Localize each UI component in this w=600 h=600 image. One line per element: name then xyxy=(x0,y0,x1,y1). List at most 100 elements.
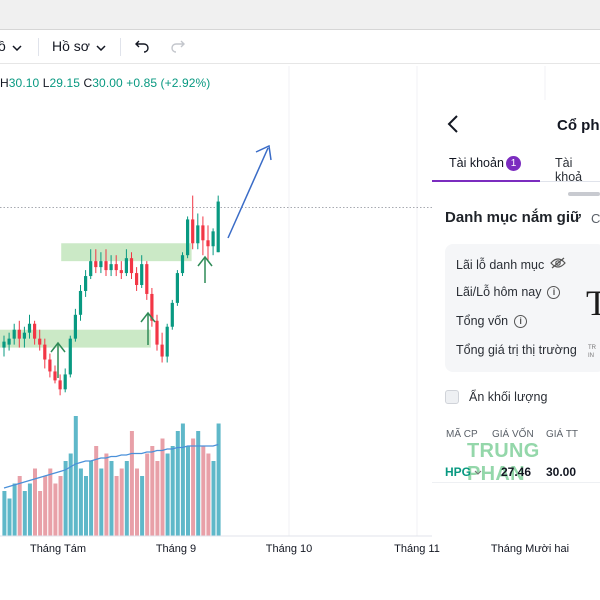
candle-body xyxy=(94,261,98,268)
volume-bar xyxy=(48,468,53,536)
volume-bar xyxy=(73,416,78,536)
pnl-portfolio-label: Lãi lỗ danh mục xyxy=(456,257,545,272)
candle-body xyxy=(119,270,123,274)
volume-bar xyxy=(186,446,190,536)
candle-body xyxy=(89,261,93,277)
eye-off-icon[interactable] xyxy=(550,257,567,272)
holding-price: 30.00 xyxy=(546,465,577,479)
scroll-indicator xyxy=(568,192,600,196)
candle-body xyxy=(2,341,6,348)
toolbar-divider xyxy=(38,38,39,56)
candle-body xyxy=(201,225,205,241)
hide-volume-toggle[interactable]: Ẩn khối lượng xyxy=(445,390,547,404)
chart-window: ồ Hồ sơ H30.10 L29.15 C30.00 +0.85 (+2.9… xyxy=(0,0,600,600)
x-tick-label: Tháng Mười hai xyxy=(490,543,570,555)
volume-bar xyxy=(216,423,221,536)
holding-symbol[interactable]: HPG xyxy=(445,465,482,479)
tab-account-label: Tài khoản xyxy=(449,156,504,170)
volume-bar xyxy=(43,476,48,536)
arrow-up-icon xyxy=(197,255,213,283)
x-tick-label: Tháng 11 xyxy=(394,543,440,555)
candle-body xyxy=(73,314,77,339)
info-icon[interactable]: i xyxy=(547,285,561,299)
volume-bar xyxy=(124,461,129,536)
volume-bar xyxy=(145,453,150,536)
volume-bar xyxy=(104,453,109,536)
checkbox[interactable] xyxy=(445,390,459,404)
volume-bar xyxy=(12,483,17,536)
tab-account[interactable]: Tài khoản 1 xyxy=(432,148,540,182)
section-title: Danh mục nắm giữ xyxy=(445,209,581,226)
tab-account-2[interactable]: Tài khoả xyxy=(540,148,600,184)
volume-bar xyxy=(201,446,206,536)
volume-bar xyxy=(58,476,63,536)
candle-body xyxy=(140,264,144,285)
candle-body xyxy=(63,374,67,390)
candle-body xyxy=(186,219,190,256)
candle-body xyxy=(129,258,134,274)
volume-bar xyxy=(175,431,180,536)
row-divider xyxy=(432,482,600,483)
total-capital-row: Tổng vốn i xyxy=(456,314,528,328)
volume-bar xyxy=(2,491,7,536)
back-button[interactable] xyxy=(446,114,460,139)
candles xyxy=(2,195,220,396)
side-logo-caption: TR IN xyxy=(588,345,596,359)
candle-body xyxy=(211,231,215,247)
candle-body xyxy=(191,219,195,244)
volume-bar xyxy=(63,461,68,536)
volume-bar xyxy=(129,431,134,536)
tab-account-2-label: Tài khoả xyxy=(555,156,583,184)
section-title-cut: C xyxy=(591,211,600,226)
redo-icon xyxy=(170,37,186,56)
holding-cost: 27.46 xyxy=(501,465,532,479)
candle-body xyxy=(33,323,37,339)
candle-body xyxy=(12,329,16,339)
redo-button[interactable] xyxy=(170,37,186,56)
profile-menu[interactable]: Hồ sơ xyxy=(52,38,106,54)
volume-bar xyxy=(196,431,201,536)
candle-body xyxy=(43,344,47,360)
chevron-left-icon xyxy=(447,115,458,133)
volume-bar xyxy=(155,461,160,536)
volume-bar xyxy=(160,438,165,536)
info-icon[interactable]: i xyxy=(514,314,528,328)
volume-bar xyxy=(89,461,94,536)
market-value-label: Tổng giá trị thị trường xyxy=(456,343,577,357)
candle-body xyxy=(104,261,108,271)
pnl-today-label: Lãi/Lỗ hôm nay xyxy=(456,285,542,299)
volume-bar xyxy=(99,468,104,536)
x-tick-label: Tháng Tám xyxy=(29,543,87,555)
undo-button[interactable] xyxy=(134,37,150,56)
candle-body xyxy=(109,264,113,271)
arrow-up-icon xyxy=(50,341,66,378)
chevron-down-icon xyxy=(474,470,482,475)
candle-body xyxy=(180,255,185,274)
candle-body xyxy=(84,276,88,291)
chart-type-menu[interactable]: ồ xyxy=(0,38,22,54)
chart-type-label: ồ xyxy=(0,38,6,54)
volume-bar xyxy=(211,461,216,536)
candle-body xyxy=(145,264,149,294)
candle-body xyxy=(114,264,118,271)
volume-bar xyxy=(135,468,139,536)
pnl-portfolio-row: Lãi lỗ danh mục xyxy=(456,257,567,272)
volume-bar xyxy=(53,483,58,536)
x-tick-label: Tháng 9 xyxy=(155,543,197,555)
volume-bar xyxy=(38,491,43,536)
toolbar-divider xyxy=(120,38,121,56)
candle-body xyxy=(22,332,26,339)
watermark: TRUNG PHAN xyxy=(467,440,540,485)
candle-body xyxy=(155,320,159,345)
volume-bar xyxy=(170,446,175,536)
chevron-down-icon xyxy=(12,38,22,54)
candle-body xyxy=(160,344,164,357)
candle-body xyxy=(48,359,52,372)
volume-bar xyxy=(191,438,196,536)
candle-body xyxy=(99,261,103,268)
volume-bar xyxy=(22,491,27,536)
volume-bars xyxy=(2,416,221,536)
volume-bar xyxy=(140,476,145,536)
candle-body xyxy=(165,326,169,357)
volume-bar xyxy=(84,476,88,536)
